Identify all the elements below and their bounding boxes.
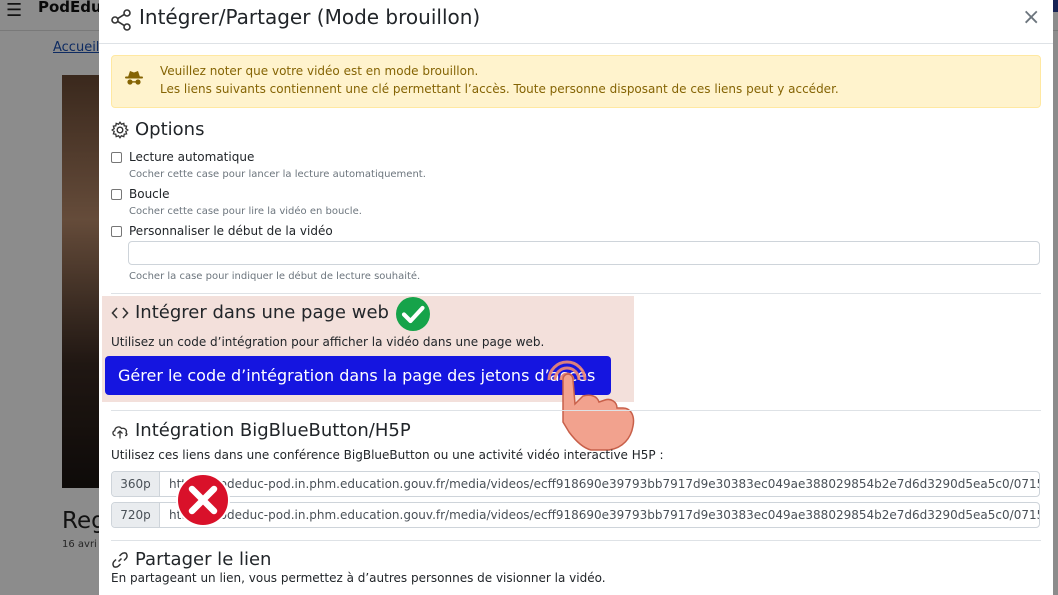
divider [111, 540, 1041, 541]
loop-label[interactable]: Boucle [129, 187, 170, 201]
pointing-hand-icon [547, 360, 635, 451]
cross-circle-icon [176, 473, 230, 527]
bbb-title: Intégration BigBlueButton/H5P [135, 420, 411, 441]
gear-icon [111, 121, 129, 139]
modal-title: Intégrer/Partager (Mode brouillon) [139, 5, 481, 29]
options-title: Options [135, 119, 205, 140]
bbb-description: Utilisez ces liens dans une conférence B… [111, 448, 664, 462]
draft-alert: Veuillez noter que votre vidéo est en mo… [111, 55, 1041, 108]
manage-embed-code-button[interactable]: Gérer le code d’intégration dans la page… [105, 356, 611, 395]
link-icon [112, 552, 128, 568]
divider [111, 293, 1041, 294]
autoplay-checkbox[interactable] [111, 152, 122, 163]
alert-text-line-2: Les liens suivants contiennent une clé p… [160, 82, 839, 96]
alert-text-line-1: Veuillez noter que votre vidéo est en mo… [160, 64, 479, 78]
resolution-label-360p: 360p [112, 472, 160, 496]
resolution-label-720p: 720p [112, 503, 160, 527]
embed-title: Intégrer dans une page web [135, 302, 389, 323]
link-360p-input[interactable]: https://podeduc-pod.in.phm.education.gou… [169, 472, 1039, 496]
loop-help: Cocher cette case pour lire la vidéo en … [129, 206, 362, 217]
share-link-title: Partager le lien [135, 549, 272, 570]
divider [111, 410, 1041, 411]
link-720p-group: 720p https://podeduc-pod.in.phm.educatio… [111, 502, 1040, 528]
check-circle-icon [396, 297, 430, 331]
start-checkbox[interactable] [111, 226, 122, 237]
autoplay-help: Cocher cette case pour lancer la lecture… [129, 169, 426, 180]
link-360p-group: 360p https://podeduc-pod.in.phm.educatio… [111, 471, 1040, 497]
loop-checkbox[interactable] [111, 189, 122, 200]
code-icon [111, 307, 129, 319]
start-help: Cocher la case pour indiquer le début de… [129, 271, 421, 282]
incognito-icon [125, 71, 143, 85]
share-link-description: En partageant un lien, vous permettez à … [111, 571, 606, 585]
share-modal: Intégrer/Partager (Mode brouillon) × Veu… [99, 0, 1053, 595]
cloud-upload-icon [112, 426, 128, 439]
close-button[interactable]: × [1022, 7, 1040, 29]
modal-header: Intégrer/Partager (Mode brouillon) × [99, 0, 1053, 44]
start-label[interactable]: Personnaliser le début de la vidéo [129, 224, 333, 238]
start-time-input[interactable] [128, 241, 1040, 265]
embed-description: Utilisez un code d’intégration pour affi… [111, 335, 545, 349]
link-720p-input[interactable]: https://podeduc-pod.in.phm.education.gou… [169, 503, 1039, 527]
autoplay-label[interactable]: Lecture automatique [129, 150, 254, 164]
share-icon [111, 9, 131, 31]
